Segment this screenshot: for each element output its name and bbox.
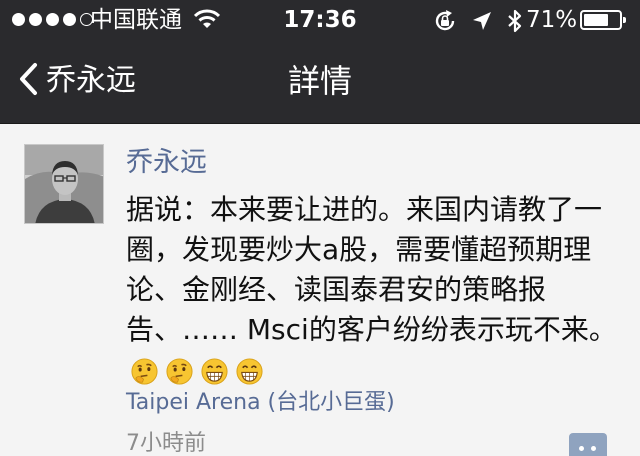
comment-button[interactable]: [569, 433, 607, 456]
thinking-face-icon: [130, 357, 159, 386]
grinning-face-icon: [200, 357, 229, 386]
location-arrow-icon: [471, 10, 493, 36]
avatar[interactable]: [24, 144, 104, 224]
emoji-row: [130, 357, 264, 386]
status-bar: 中国联通 17:36 71%: [0, 0, 640, 40]
location-link[interactable]: Taipei Arena (台北小巨蛋): [126, 388, 395, 418]
post-time: 7小時前: [126, 431, 206, 456]
page-title: 詳情: [287, 62, 352, 100]
post-body: 据说：本来要让进的。来国内请教了一圈，发现要炒大a股，需要懂超预期理论、金刚经、…: [126, 193, 617, 346]
thinking-face-icon: [165, 357, 194, 386]
rotation-lock-icon: [433, 9, 457, 37]
navigation-bar: 乔永远 詳情: [0, 40, 640, 124]
bluetooth-icon: [507, 9, 523, 37]
battery-level: [584, 14, 608, 26]
post-text: 据说：本来要让进的。来国内请教了一圈，发现要炒大a股，需要懂超预期理论、金刚经、…: [126, 190, 620, 390]
author-name[interactable]: 乔永远: [126, 146, 207, 180]
battery-icon: [580, 10, 626, 30]
grinning-face-icon: [235, 357, 264, 386]
battery-percentage: 71%: [526, 7, 578, 33]
post-detail: 乔永远 据说：本来要让进的。来国内请教了一圈，发现要炒大a股，需要懂超预期理论、…: [0, 124, 640, 456]
